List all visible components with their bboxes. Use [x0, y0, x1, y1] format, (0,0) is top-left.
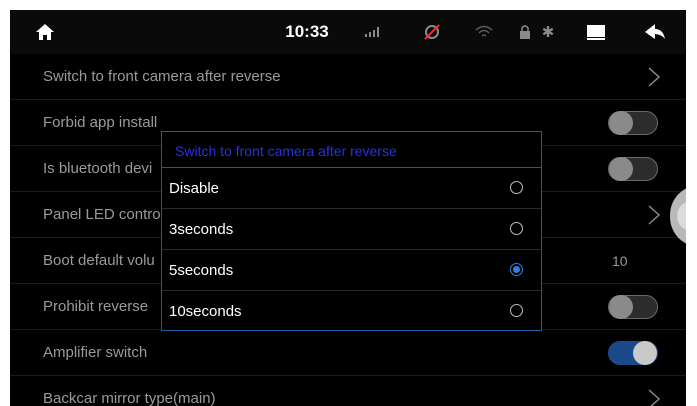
gps-off-icon [420, 10, 444, 54]
option-5seconds[interactable]: 5seconds [162, 250, 541, 291]
chevron-right-icon [648, 205, 660, 225]
option-label: Disable [169, 180, 220, 197]
boot-volume-value: 10 [612, 253, 628, 269]
clock: 10:33 [285, 22, 329, 41]
option-10seconds[interactable]: 10seconds [162, 291, 541, 332]
option-disable[interactable]: Disable [162, 168, 541, 209]
setting-row-front-camera[interactable]: Switch to front camera after reverse [10, 54, 686, 100]
setting-label: Backcar mirror type(main) [43, 390, 216, 406]
bluetooth-icon: ✱ [541, 24, 555, 41]
toggle-knob [633, 341, 657, 365]
handle-inner [677, 201, 686, 231]
dialog-title: Switch to front camera after reverse [175, 143, 397, 159]
forbid-app-install-toggle[interactable] [608, 111, 658, 135]
setting-label: Forbid app install [43, 114, 158, 131]
setting-label: Prohibit reverse [43, 298, 149, 315]
setting-label: Amplifier switch [43, 344, 148, 361]
chevron-right-icon [648, 67, 660, 87]
setting-label: Is bluetooth devi [43, 160, 153, 177]
toggle-knob [609, 111, 633, 135]
home-button[interactable] [30, 10, 60, 54]
amplifier-toggle[interactable] [608, 341, 658, 365]
setting-label: Panel LED contro [43, 206, 161, 223]
bluetooth-device-toggle[interactable] [608, 157, 658, 181]
option-label: 10seconds [169, 303, 242, 320]
setting-row-backcar-mirror[interactable]: Backcar mirror type(main) [10, 376, 686, 406]
screen: 10:33 ✱ Switch to front camera after rev… [10, 10, 686, 406]
back-button[interactable] [640, 10, 670, 54]
home-icon [36, 24, 54, 40]
prohibit-reverse-toggle[interactable] [608, 295, 658, 319]
setting-label: Switch to front camera after reverse [43, 68, 281, 85]
option-3seconds[interactable]: 3seconds [162, 209, 541, 250]
chevron-left-icon [677, 201, 686, 231]
screen-icon [587, 25, 605, 40]
option-radio[interactable] [510, 181, 523, 194]
toggle-knob [609, 157, 633, 181]
option-label: 3seconds [169, 221, 234, 238]
option-radio-selected[interactable] [510, 263, 523, 276]
option-radio[interactable] [510, 304, 523, 317]
lock-icon [515, 10, 535, 54]
option-label: 5seconds [169, 262, 234, 279]
setting-row-amplifier[interactable]: Amplifier switch [10, 330, 686, 376]
status-bar: 10:33 ✱ [10, 10, 686, 54]
toggle-knob [609, 295, 633, 319]
setting-label: Boot default volu [43, 252, 155, 269]
back-icon [645, 24, 665, 39]
front-camera-delay-dialog: Switch to front camera after reverse Dis… [161, 131, 542, 331]
dialog-title-bar: Switch to front camera after reverse [162, 132, 541, 168]
chevron-right-icon [648, 389, 660, 406]
signal-icon [360, 10, 384, 54]
option-radio[interactable] [510, 222, 523, 235]
wifi-icon [472, 10, 496, 54]
screen-button[interactable] [582, 10, 610, 54]
